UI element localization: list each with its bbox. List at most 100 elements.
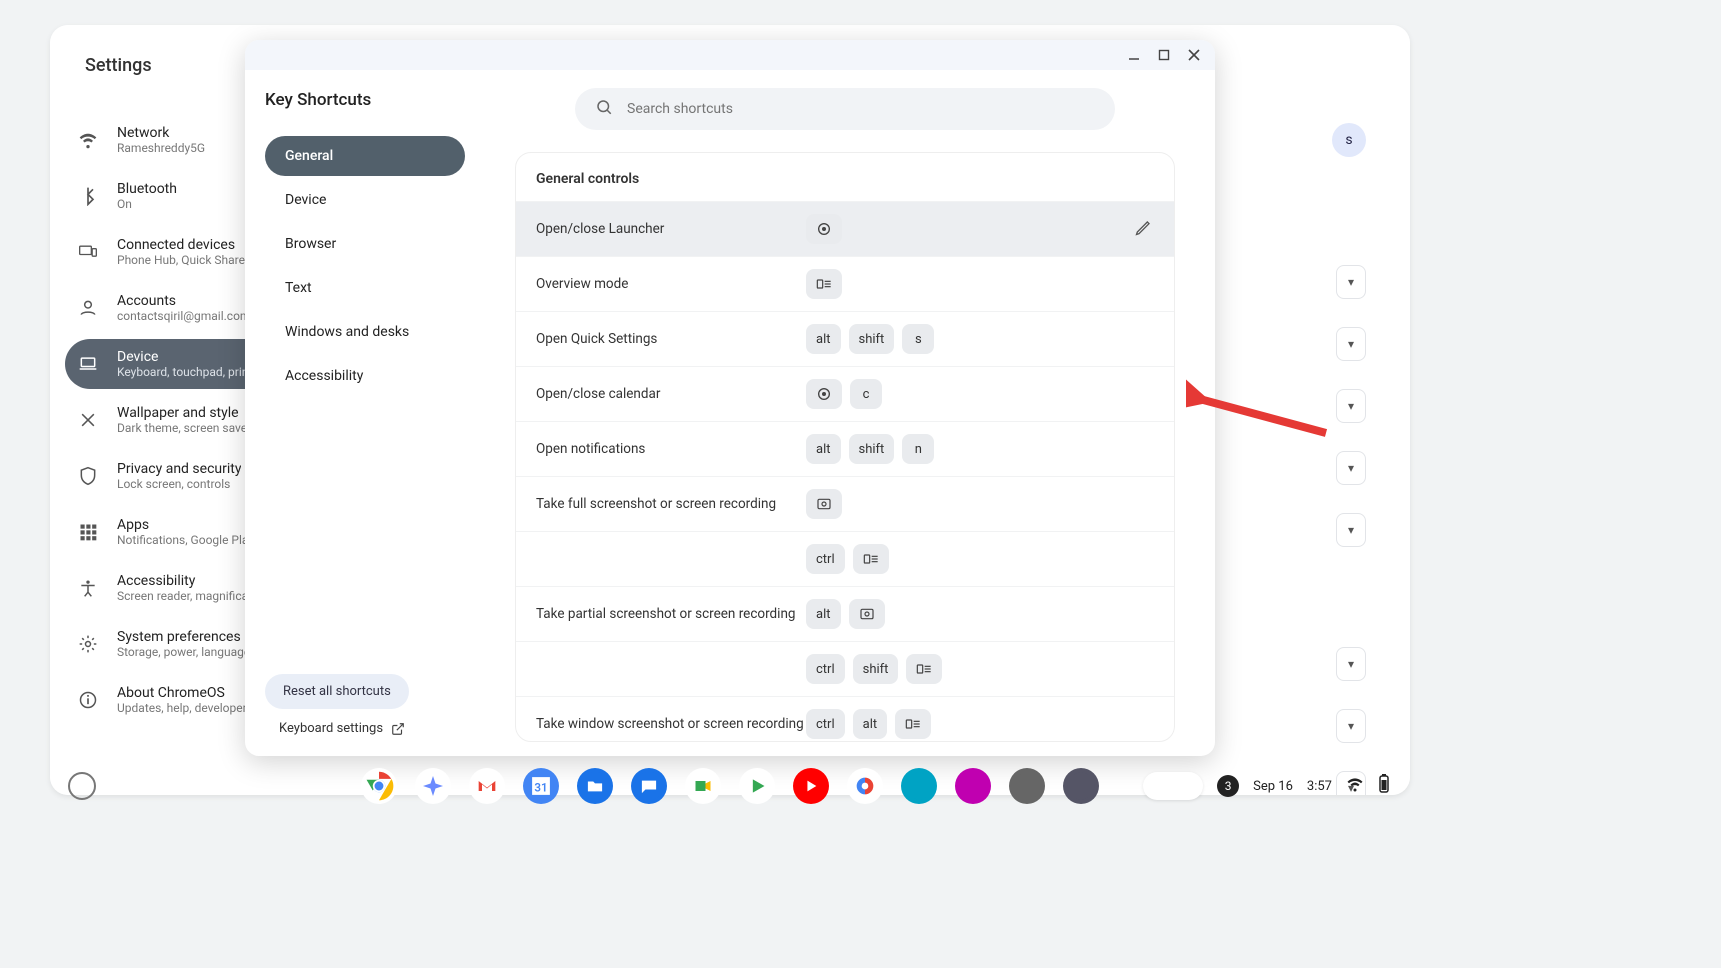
sidebar-item-title: About ChromeOS	[117, 685, 257, 701]
app-files[interactable]	[577, 768, 613, 804]
shortcut-row[interactable]: Open Quick Settingsalt shifts	[516, 311, 1174, 366]
app-chrome[interactable]	[361, 768, 397, 804]
screenshot-key-icon	[849, 599, 885, 629]
reset-all-shortcuts-button[interactable]: Reset all shortcuts	[265, 674, 409, 709]
category-browser[interactable]: Browser	[265, 224, 465, 264]
tray-time[interactable]: 3:57	[1307, 779, 1332, 794]
shortcut-keys	[806, 269, 1124, 299]
shortcut-keys: alt shiftn	[806, 434, 1124, 464]
shortcut-keys	[806, 214, 1124, 244]
sidebar-item-subtitle: On	[117, 197, 177, 211]
sidebar-item-title: Apps	[117, 517, 254, 533]
a11y-icon	[77, 577, 99, 599]
app-meet[interactable]	[685, 768, 721, 804]
maximize-button[interactable]	[1151, 44, 1177, 66]
search-input[interactable]	[575, 88, 1115, 130]
key-s: s	[902, 324, 934, 354]
key-shift: shift	[849, 434, 895, 464]
tray-pill[interactable]	[1143, 772, 1203, 800]
bg-dropdown[interactable]: ▾	[1336, 513, 1366, 547]
key-shortcuts-window: Key Shortcuts GeneralDeviceBrowserTextWi…	[245, 40, 1215, 756]
shortcut-label: Take window screenshot or screen recordi…	[536, 716, 806, 732]
shortcut-label: Take partial screenshot or screen record…	[536, 606, 806, 622]
app-app1[interactable]	[901, 768, 937, 804]
shortcuts-panel: General controls Open/close LauncherOver…	[515, 152, 1175, 742]
key-alt: alt	[806, 324, 841, 354]
app-messages[interactable]	[631, 768, 667, 804]
app-gmail[interactable]	[469, 768, 505, 804]
shortcuts-main: General controls Open/close LauncherOver…	[475, 70, 1215, 756]
shortcut-row[interactable]: Open/close calendarc	[516, 366, 1174, 421]
external-link-icon	[391, 722, 405, 736]
battery-icon[interactable]	[1378, 774, 1390, 798]
shortcut-keys: ctrlshift	[806, 654, 1124, 684]
shortcut-row[interactable]: Open/close Launcher	[516, 201, 1174, 256]
shortcut-label: Open/close calendar	[536, 386, 806, 402]
shortcut-row[interactable]: Take window screenshot or screen recordi…	[516, 696, 1174, 742]
account-icon	[77, 297, 99, 319]
shortcut-row[interactable]: Take full screenshot or screen recording	[516, 476, 1174, 531]
bg-dropdown[interactable]: ▾	[1336, 647, 1366, 681]
key-ctrl: ctrl	[806, 654, 845, 684]
shortcut-keys: ctrlalt	[806, 709, 1124, 739]
edit-shortcut-button[interactable]	[1134, 217, 1154, 241]
shortcut-row[interactable]: Take partial screenshot or screen record…	[516, 586, 1174, 641]
notification-badge[interactable]: 3	[1217, 775, 1239, 797]
app-calendar[interactable]: 31	[523, 768, 559, 804]
minimize-button[interactable]	[1121, 44, 1147, 66]
sidebar-item-title: System preferences	[117, 629, 250, 645]
category-general[interactable]: General	[265, 136, 465, 176]
overview-key-icon	[895, 709, 931, 739]
key-alt: alt	[853, 709, 888, 739]
launcher-button[interactable]	[68, 772, 96, 800]
keyboard-settings-label: Keyboard settings	[279, 721, 383, 736]
app-photos[interactable]	[847, 768, 883, 804]
bg-dropdown[interactable]: ▾	[1336, 709, 1366, 743]
sidebar-item-subtitle: Notifications, Google Play	[117, 533, 254, 547]
shortcut-row[interactable]: ctrl	[516, 531, 1174, 586]
bg-dropdown[interactable]: ▾	[1336, 265, 1366, 299]
category-windows-and-desks[interactable]: Windows and desks	[265, 312, 465, 352]
key-alt: alt	[806, 434, 841, 464]
key-ctrl: ctrl	[806, 544, 845, 574]
wifi-icon	[77, 129, 99, 151]
shelf: 31 3 Sep 16 3:57	[50, 764, 1410, 808]
info-icon	[77, 689, 99, 711]
app-app3[interactable]	[1063, 768, 1099, 804]
bg-chip[interactable]: s	[1332, 123, 1366, 157]
bg-dropdown[interactable]: ▾	[1336, 327, 1366, 361]
key-ctrl: ctrl	[806, 709, 845, 739]
key-n: n	[902, 434, 934, 464]
desktop: Settings NetworkRameshreddy5GBluetoothOn…	[50, 25, 1410, 795]
app-settings[interactable]	[1009, 768, 1045, 804]
shortcut-label: Take full screenshot or screen recording	[536, 496, 806, 512]
bg-dropdown[interactable]: ▾	[1336, 389, 1366, 423]
close-button[interactable]	[1181, 44, 1207, 66]
bg-dropdown[interactable]: ▾	[1336, 451, 1366, 485]
key-shift: shift	[849, 324, 895, 354]
app-gemini[interactable]	[415, 768, 451, 804]
tray-date[interactable]: Sep 16	[1253, 779, 1293, 794]
wifi-icon[interactable]	[1346, 775, 1364, 797]
shortcut-row[interactable]: Open notificationsaltshiftn	[516, 421, 1174, 476]
sidebar-item-subtitle: Lock screen, controls	[117, 477, 241, 491]
shortcut-label: Open Quick Settings	[536, 331, 806, 347]
category-text[interactable]: Text	[265, 268, 465, 308]
gear-icon	[77, 633, 99, 655]
sidebar-item-subtitle: Rameshreddy5G	[117, 141, 205, 155]
shortcut-row[interactable]: ctrlshift	[516, 641, 1174, 696]
svg-text:31: 31	[534, 780, 547, 794]
category-accessibility[interactable]: Accessibility	[265, 356, 465, 396]
keyboard-settings-link[interactable]: Keyboard settings	[265, 721, 465, 736]
app-app2[interactable]	[955, 768, 991, 804]
app-play[interactable]	[739, 768, 775, 804]
sidebar-item-title: Bluetooth	[117, 181, 177, 197]
key-alt: alt	[806, 599, 841, 629]
category-device[interactable]: Device	[265, 180, 465, 220]
search-icon	[595, 98, 613, 120]
app-youtube[interactable]	[793, 768, 829, 804]
shortcut-row[interactable]: Overview mode	[516, 256, 1174, 311]
sidebar-item-title: Wallpaper and style	[117, 405, 251, 421]
overview-key-icon	[853, 544, 889, 574]
shortcut-keys: alt	[806, 599, 1124, 629]
